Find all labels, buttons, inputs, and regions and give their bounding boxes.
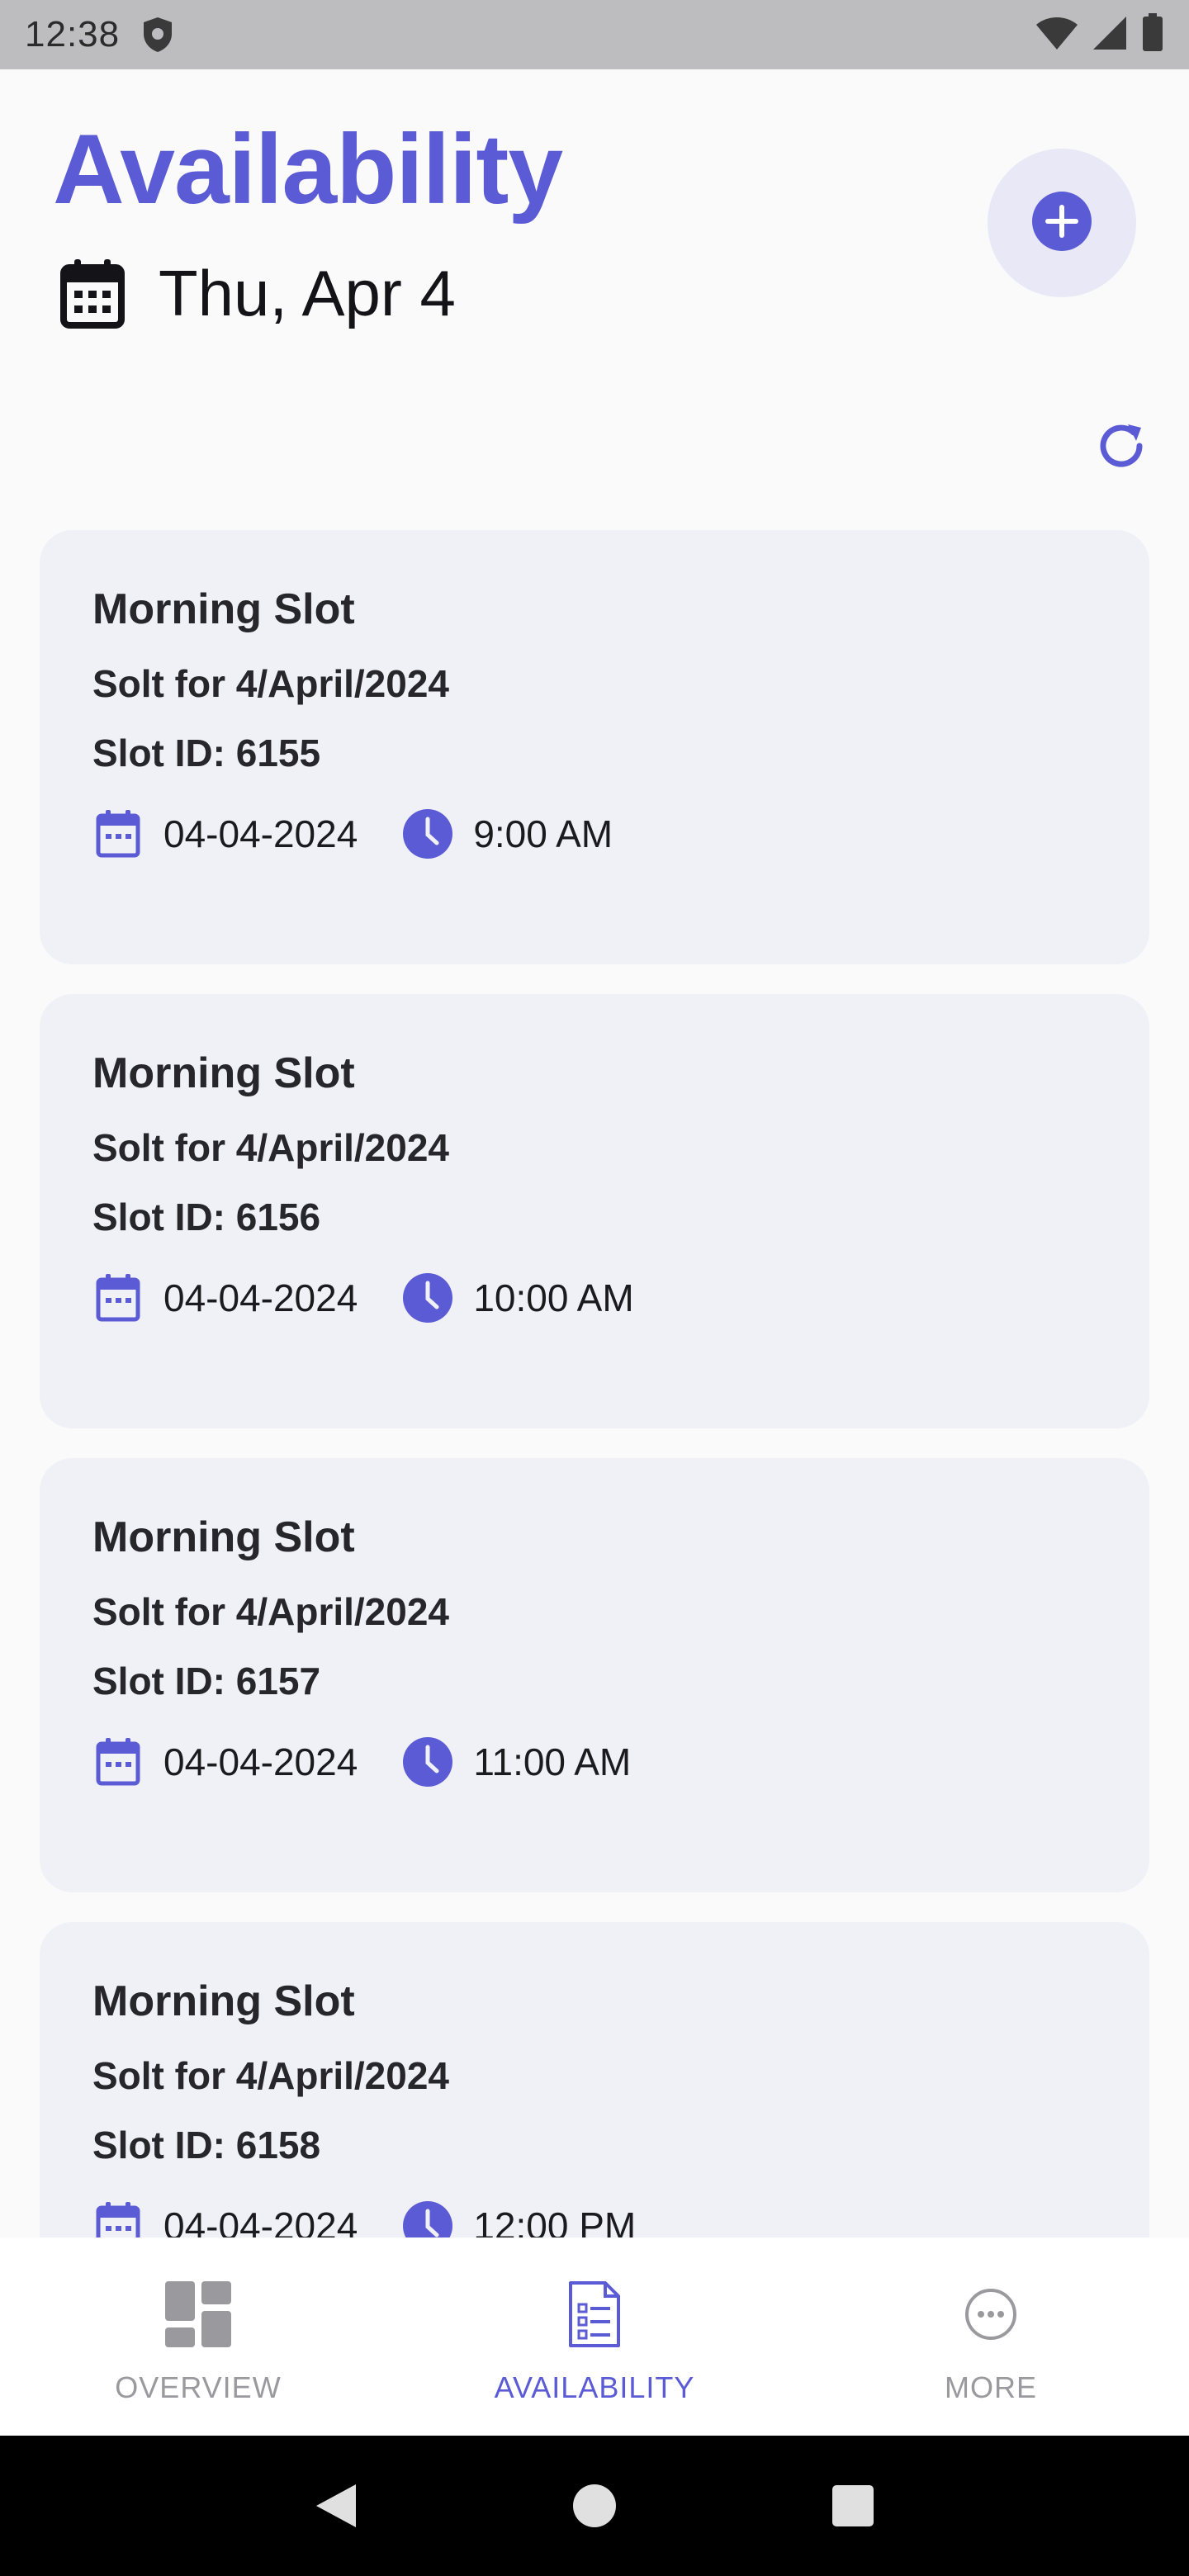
slot-meta: 04-04-2024 9:00 AM (92, 807, 1097, 860)
wifi-icon (1035, 15, 1078, 55)
slot-time: 11:00 AM (473, 1740, 632, 1783)
slot-title: Morning Slot (92, 1977, 355, 2025)
system-navigation-bar (0, 2436, 1189, 2576)
clock-icon (402, 1272, 453, 1324)
slot-id: Slot ID: 6155 (92, 732, 321, 774)
calendar-icon (92, 1272, 144, 1324)
slot-meta: 04-04-2024 10:00 AM (92, 1271, 1097, 1324)
status-icons (1035, 12, 1164, 57)
page-title: Availability (53, 114, 563, 225)
nav-label-overview: OVERVIEW (115, 2370, 282, 2404)
shield-icon (141, 15, 178, 54)
clock-icon (402, 2200, 453, 2239)
slot-date: 04-04-2024 (163, 812, 358, 855)
calendar-icon (92, 2200, 144, 2239)
clock-icon (402, 808, 453, 859)
selected-date: Thu, Apr 4 (159, 257, 456, 329)
home-icon[interactable] (566, 2477, 623, 2535)
slot-list[interactable]: Morning Slot Solt for 4/April/2024 Slot … (40, 530, 1149, 2239)
clock-icon (402, 1736, 453, 1788)
refresh-button[interactable] (1090, 416, 1153, 479)
status-bar: 12:38 (0, 0, 1189, 69)
slot-card[interactable]: Morning Slot Solt for 4/April/2024 Slot … (40, 1922, 1149, 2239)
battery-icon (1141, 12, 1164, 57)
add-slot-button[interactable] (988, 149, 1136, 297)
slot-subtitle: Solt for 4/April/2024 (92, 1590, 450, 1633)
refresh-icon (1095, 419, 1148, 476)
slot-date: 04-04-2024 (163, 1740, 358, 1783)
slot-time: 9:00 AM (473, 812, 613, 855)
slot-subtitle: Solt for 4/April/2024 (92, 662, 450, 705)
back-icon[interactable] (307, 2477, 365, 2535)
slot-id: Slot ID: 6158 (92, 2124, 321, 2166)
slot-card[interactable]: Morning Slot Solt for 4/April/2024 Slot … (40, 530, 1149, 964)
nav-label-availability: AVAILABILITY (494, 2370, 695, 2404)
slot-title: Morning Slot (92, 1049, 355, 1097)
slot-date: 04-04-2024 (163, 1276, 358, 1319)
nav-label-more: MORE (945, 2370, 1037, 2404)
plus-circle-icon (1030, 190, 1093, 257)
slot-date: 04-04-2024 (163, 2204, 358, 2239)
nav-item-more[interactable]: MORE (793, 2237, 1189, 2436)
nav-item-overview[interactable]: OVERVIEW (0, 2237, 396, 2436)
date-selector[interactable]: Thu, Apr 4 (59, 256, 456, 330)
nav-item-availability[interactable]: AVAILABILITY (396, 2237, 793, 2436)
slot-subtitle: Solt for 4/April/2024 (92, 1126, 450, 1169)
recents-icon[interactable] (824, 2477, 882, 2535)
slot-time: 10:00 AM (473, 1276, 634, 1319)
cellular-signal-icon (1092, 15, 1128, 55)
slot-title: Morning Slot (92, 1513, 355, 1561)
slot-subtitle: Solt for 4/April/2024 (92, 2054, 450, 2097)
slot-meta: 04-04-2024 12:00 PM (92, 2200, 1097, 2239)
slot-meta: 04-04-2024 11:00 AM (92, 1735, 1097, 1788)
calendar-icon (92, 808, 144, 859)
slot-id: Slot ID: 6157 (92, 1660, 321, 1702)
calendar-icon (92, 1736, 144, 1788)
slot-id: Slot ID: 6156 (92, 1196, 321, 1238)
status-time: 12:38 (25, 14, 121, 54)
slot-card[interactable]: Morning Slot Solt for 4/April/2024 Slot … (40, 994, 1149, 1428)
bottom-navigation: OVERVIEW AVAILABILITY MORE (0, 2237, 1189, 2436)
slot-card[interactable]: Morning Slot Solt for 4/April/2024 Slot … (40, 1458, 1149, 1892)
slot-time: 12:00 PM (473, 2204, 637, 2239)
more-horizontal-icon (954, 2277, 1028, 2351)
calendar-icon (59, 258, 126, 329)
dashboard-icon (161, 2277, 235, 2351)
document-list-icon (557, 2277, 632, 2351)
slot-title: Morning Slot (92, 585, 355, 633)
